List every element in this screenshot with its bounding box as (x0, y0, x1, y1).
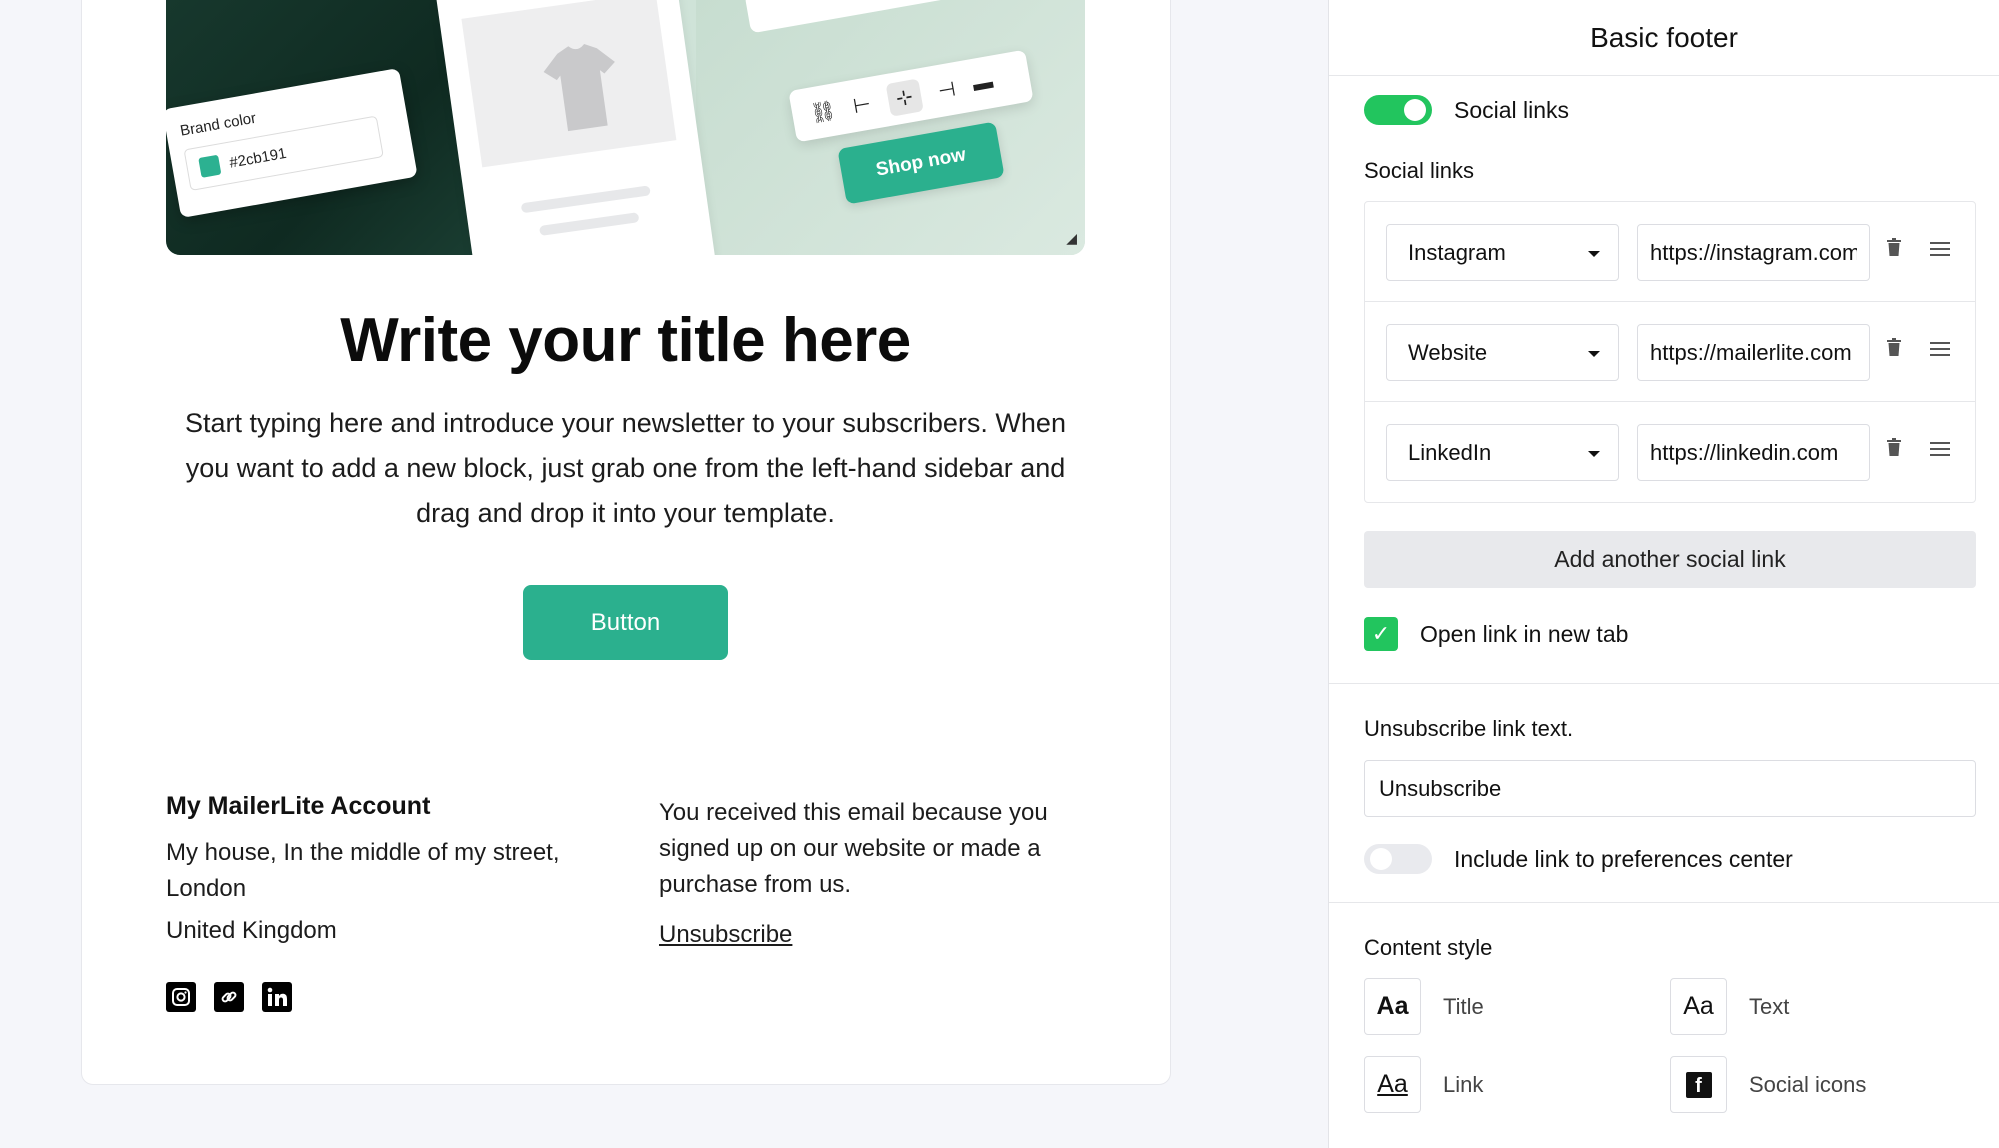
style-title-label: Title (1443, 993, 1484, 1019)
email-cta-button[interactable]: Button (523, 585, 728, 660)
product-line (520, 185, 651, 214)
align-left-icon: ⊢ (851, 92, 873, 118)
url-input[interactable] (1637, 424, 1870, 481)
preferences-toggle[interactable] (1364, 844, 1432, 874)
instagram-icon[interactable] (166, 982, 196, 1012)
drag-handle-icon[interactable] (1930, 442, 1950, 456)
hero-product-card (436, 0, 716, 255)
network-select-value: Website (1408, 339, 1488, 365)
social-links-toggle[interactable] (1364, 95, 1432, 125)
align-center-icon: ⊹ (885, 78, 924, 117)
panel-title: Basic footer (1329, 0, 1999, 76)
chevron-down-icon (1588, 451, 1600, 457)
social-links-list: Instagram Website LinkedIn (1364, 201, 1976, 503)
email-canvas: Brand color #2cb191 ⛓ ⊢ ⊹ ⊣ ▬ Shop now ◢… (0, 0, 1328, 1148)
email-title[interactable]: Write your title here (166, 305, 1085, 376)
open-new-tab-row[interactable]: ✓ Open link in new tab (1364, 617, 1628, 651)
style-title-preview[interactable]: Aa (1364, 978, 1421, 1035)
content-style-label: Content style (1364, 935, 1493, 960)
style-social-preview[interactable]: f (1670, 1056, 1727, 1113)
align-right-icon: ⊣ (936, 77, 958, 103)
style-text-item[interactable]: Aa Text (1670, 978, 1789, 1035)
style-social-item[interactable]: f Social icons (1670, 1056, 1866, 1113)
social-link-row: LinkedIn (1365, 402, 1975, 502)
url-input[interactable] (1637, 224, 1870, 281)
social-links-section-label: Social links (1364, 158, 1475, 183)
footer-account-name: My MailerLite Account (166, 792, 431, 820)
hero-image[interactable]: Brand color #2cb191 ⛓ ⊢ ⊹ ⊣ ▬ Shop now ◢ (166, 0, 1085, 255)
product-line (539, 212, 640, 236)
preferences-toggle-row[interactable]: Include link to preferences center (1364, 844, 1793, 874)
style-text-preview[interactable]: Aa (1670, 978, 1727, 1035)
style-link-preview-text: Aa (1377, 1070, 1408, 1098)
style-link-preview[interactable]: Aa (1364, 1056, 1421, 1113)
footer-address-block[interactable]: My MailerLite Account My house, In the m… (166, 792, 606, 945)
trash-icon[interactable] (1887, 238, 1905, 260)
email-body-text[interactable]: Start typing here and introduce your new… (166, 401, 1085, 536)
trash-icon[interactable] (1887, 438, 1905, 460)
social-links-toggle-row[interactable]: Social links (1364, 95, 1569, 125)
add-social-link-button[interactable]: Add another social link (1364, 531, 1976, 588)
social-link-row: Instagram (1365, 202, 1975, 302)
tshirt-icon (543, 44, 615, 132)
trash-icon[interactable] (1887, 338, 1905, 360)
unsubscribe-text-input[interactable] (1364, 760, 1976, 817)
hero-green-panel (696, 0, 1085, 255)
network-select[interactable]: Instagram (1386, 224, 1619, 281)
resize-handle-icon[interactable]: ◢ (1066, 230, 1077, 247)
style-title-item[interactable]: Aa Title (1364, 978, 1484, 1035)
open-new-tab-label: Open link in new tab (1420, 620, 1629, 647)
chevron-down-icon (1588, 251, 1600, 257)
network-select-value: Instagram (1408, 239, 1506, 265)
footer-notice-block[interactable]: You received this email because you sign… (659, 795, 1079, 953)
footer-notice: You received this email because you sign… (659, 799, 1048, 898)
chevron-down-icon (1588, 351, 1600, 357)
network-select-value: LinkedIn (1408, 439, 1492, 465)
unsubscribe-link[interactable]: Unsubscribe (659, 917, 792, 953)
product-image (461, 0, 677, 168)
link-icon: ⛓ (808, 98, 838, 126)
drag-handle-icon[interactable] (1930, 342, 1950, 356)
settings-panel: Basic footer Social links Social links I… (1328, 0, 1999, 1148)
facebook-icon: f (1685, 1071, 1712, 1098)
footer-address: My house, In the middle of my street, Lo… (166, 839, 560, 902)
url-input[interactable] (1637, 324, 1870, 381)
brand-color-value: #2cb191 (228, 144, 288, 172)
network-select[interactable]: Website (1386, 324, 1619, 381)
social-links-toggle-label: Social links (1454, 96, 1570, 123)
style-link-item[interactable]: Aa Link (1364, 1056, 1483, 1113)
section-divider (1329, 683, 1999, 684)
open-new-tab-checkbox[interactable]: ✓ (1364, 617, 1398, 651)
linkedin-icon[interactable] (262, 982, 292, 1012)
footer-country: United Kingdom (166, 917, 337, 944)
brand-color-swatch (198, 154, 222, 178)
social-link-row: Website (1365, 302, 1975, 402)
align-full-icon: ▬ (971, 70, 995, 96)
link-icon[interactable] (214, 982, 244, 1012)
footer-social-icons (166, 982, 292, 1012)
style-social-label: Social icons (1749, 1071, 1867, 1097)
style-text-label: Text (1749, 993, 1790, 1019)
preferences-toggle-label: Include link to preferences center (1454, 845, 1793, 872)
network-select[interactable]: LinkedIn (1386, 424, 1619, 481)
drag-handle-icon[interactable] (1930, 242, 1950, 256)
unsubscribe-text-label: Unsubscribe link text. (1364, 716, 1574, 741)
section-divider (1329, 902, 1999, 903)
style-link-label: Link (1443, 1071, 1484, 1097)
